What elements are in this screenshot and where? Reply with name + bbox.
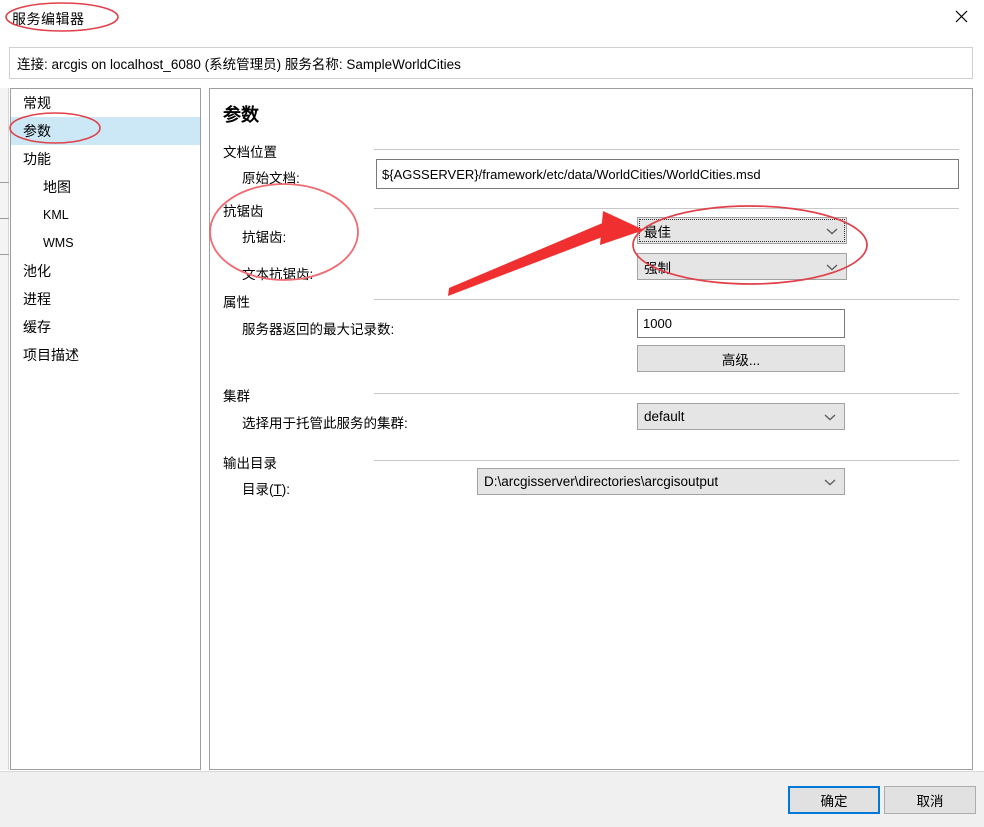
ok-button[interactable]: 确定 (788, 786, 880, 814)
dialog-footer: 确定 取消 (0, 771, 984, 827)
title-bar: 服务编辑器 (0, 0, 984, 36)
advanced-button[interactable]: 高级... (637, 345, 845, 372)
parameters-panel: 参数 文档位置 原始文档: ${AGSSERVER}/framework/etc… (209, 88, 973, 770)
group-header-cluster: 集群 (223, 389, 250, 404)
group-rule-output-directory (374, 460, 959, 461)
sidebar-item-label: KML (43, 208, 69, 222)
text-antialiasing-select[interactable]: 强制 (637, 253, 847, 280)
source-document-input[interactable]: ${AGSSERVER}/framework/etc/data/WorldCit… (376, 159, 959, 189)
sidebar-item[interactable]: 常规 (11, 89, 200, 117)
close-button[interactable] (938, 0, 984, 32)
window-title: 服务编辑器 (12, 11, 85, 27)
chevron-down-icon (824, 479, 836, 485)
settings-tree-panel: 常规参数功能地图 KML WMS 池化进程缓存项目描述 (10, 88, 201, 770)
output-directory-select[interactable]: D:\arcgisserver\directories\arcgisoutput (477, 468, 845, 495)
sidebar-item[interactable]: WMS (11, 229, 200, 257)
label-directory-prefix: 目录( (242, 482, 274, 497)
sidebar-item-label: 功能 (23, 151, 51, 167)
sidebar-item-label: 池化 (23, 263, 51, 279)
rail-tick (0, 218, 9, 219)
max-records-input[interactable]: 1000 (637, 309, 845, 338)
group-header-output-directory: 输出目录 (223, 456, 277, 471)
sidebar-item[interactable]: 进程 (11, 285, 200, 313)
sidebar-item-label: 地图 (43, 179, 71, 195)
sidebar-item[interactable]: KML (11, 201, 200, 229)
sidebar-item-label: 缓存 (23, 319, 51, 335)
sidebar-item[interactable]: 功能 (11, 145, 200, 173)
sidebar-item[interactable]: 项目描述 (11, 341, 200, 369)
text-antialiasing-select-value: 强制 (644, 260, 671, 276)
cancel-button[interactable]: 取消 (884, 786, 976, 814)
label-source-document: 原始文档: (242, 171, 300, 186)
label-directory-accel: T (273, 482, 282, 497)
label-max-records: 服务器返回的最大记录数: (242, 322, 395, 337)
settings-tree-list: 常规参数功能地图 KML WMS 池化进程缓存项目描述 (11, 89, 200, 369)
group-rule-properties (374, 299, 959, 300)
connection-text: 连接: arcgis on localhost_6080 (系统管理员) 服务名… (17, 57, 461, 72)
rail-tick (0, 254, 9, 255)
sidebar-item[interactable]: 地图 (11, 173, 200, 201)
sidebar-item-label: 常规 (23, 95, 51, 111)
cluster-select[interactable]: default (637, 403, 845, 430)
sidebar-item-label: WMS (43, 236, 74, 250)
group-header-antialiasing: 抗锯齿 (223, 204, 264, 219)
antialiasing-select-value: 最佳 (644, 224, 671, 240)
group-rule-antialiasing (374, 208, 959, 209)
sidebar-item-label: 项目描述 (23, 347, 79, 363)
left-edge-scroll-rail[interactable] (0, 88, 9, 770)
output-directory-select-value: D:\arcgisserver\directories\arcgisoutput (484, 474, 719, 489)
label-cluster-select: 选择用于托管此服务的集群: (242, 416, 408, 431)
label-antialiasing: 抗锯齿: (242, 230, 287, 245)
label-directory-suffix: ): (281, 482, 290, 497)
sidebar-item-label: 进程 (23, 291, 51, 307)
antialiasing-select[interactable]: 最佳 (637, 217, 847, 244)
group-rule-document-location (374, 149, 959, 150)
chevron-down-icon (826, 264, 838, 270)
chevron-down-icon (826, 228, 838, 234)
close-icon (955, 10, 967, 22)
sidebar-item[interactable]: 池化 (11, 257, 200, 285)
group-header-properties: 属性 (223, 295, 250, 310)
group-rule-cluster (374, 393, 959, 394)
label-text-antialiasing: 文本抗锯齿: (242, 267, 314, 282)
sidebar-item-label: 参数 (23, 123, 51, 139)
connection-bar: 连接: arcgis on localhost_6080 (系统管理员) 服务名… (9, 47, 973, 79)
page-title: 参数 (223, 105, 259, 125)
cluster-select-value: default (644, 409, 685, 424)
sidebar-item[interactable]: 参数 (11, 117, 200, 145)
sidebar-item[interactable]: 缓存 (11, 313, 200, 341)
rail-tick (0, 182, 9, 183)
group-header-document-location: 文档位置 (223, 145, 277, 160)
label-directory: 目录(T): (242, 478, 290, 498)
chevron-down-icon (824, 414, 836, 420)
